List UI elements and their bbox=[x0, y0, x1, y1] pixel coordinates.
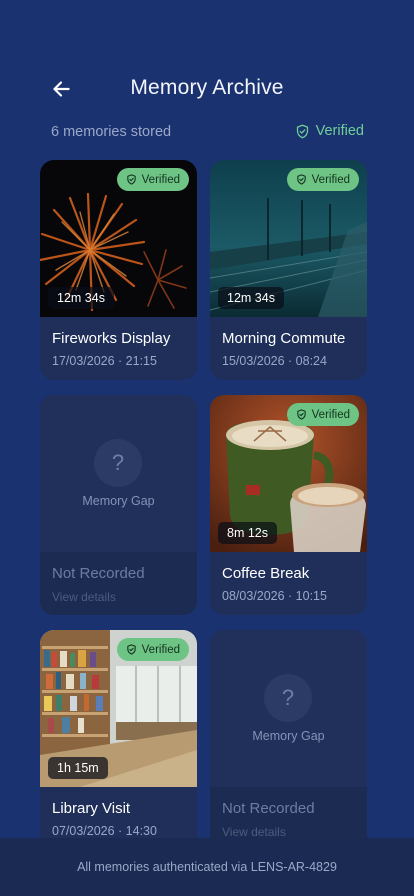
memory-gap-label: Memory Gap bbox=[82, 494, 155, 508]
page-title: Memory Archive bbox=[130, 76, 284, 99]
header: Memory Archive bbox=[0, 66, 414, 112]
shield-check-icon bbox=[126, 174, 136, 185]
memory-gap-card[interactable]: ? Memory Gap Not Recorded View details bbox=[40, 395, 197, 615]
memory-gap-label: Memory Gap bbox=[252, 729, 325, 743]
verified-badge: Verified bbox=[286, 168, 359, 191]
verified-badge: Verified bbox=[116, 168, 189, 191]
memory-name: Library Visit bbox=[52, 800, 131, 817]
verified-badge-label: Verified bbox=[141, 173, 180, 186]
shield-check-icon bbox=[296, 174, 306, 185]
verified-badge: Verified bbox=[116, 638, 189, 661]
memory-name: Morning Commute bbox=[222, 330, 346, 347]
shield-check-icon bbox=[296, 124, 308, 138]
memory-card-fireworks[interactable]: Verified 12m 34s Fireworks Display 17/03… bbox=[40, 160, 197, 380]
memory-gap-placeholder: ? Memory Gap bbox=[210, 630, 367, 787]
verified-badge: Verified bbox=[286, 403, 359, 426]
verified-status: Verified bbox=[295, 123, 364, 139]
not-recorded-label: Not Recorded bbox=[222, 800, 315, 817]
authentication-footer: All memories authenticated via LENS-AR-4… bbox=[0, 838, 414, 896]
shield-check-icon bbox=[296, 409, 306, 420]
memory-gap-card[interactable]: ? Memory Gap Not Recorded View details bbox=[210, 630, 367, 850]
view-details-link[interactable]: View details bbox=[52, 590, 116, 604]
memory-thumbnail: Verified 8m 12s bbox=[210, 395, 367, 552]
verified-badge-label: Verified bbox=[311, 408, 350, 421]
verified-badge-label: Verified bbox=[311, 173, 350, 186]
question-icon: ? bbox=[264, 674, 312, 722]
memory-count: 6 memories stored bbox=[51, 124, 172, 140]
duration-label: 1h 15m bbox=[48, 757, 108, 779]
memory-thumbnail: Verified 1h 15m bbox=[40, 630, 197, 787]
duration-label: 8m 12s bbox=[218, 522, 277, 544]
memory-gap-placeholder: ? Memory Gap bbox=[40, 395, 197, 552]
memory-card-coffee-break[interactable]: Verified 8m 12s Coffee Break 08/03/2026 … bbox=[210, 395, 367, 615]
memory-date: 17/03/2026 · 21:15 bbox=[52, 354, 157, 368]
memory-thumbnail: Verified 12m 34s bbox=[210, 160, 367, 317]
verified-badge-label: Verified bbox=[141, 643, 180, 656]
view-details-link[interactable]: View details bbox=[222, 825, 286, 839]
duration-label: 12m 34s bbox=[218, 287, 284, 309]
memory-thumbnail: Verified 12m 34s bbox=[40, 160, 197, 317]
memory-card-morning-commute[interactable]: Verified 12m 34s Morning Commute 15/03/2… bbox=[210, 160, 367, 380]
memory-card-library-visit[interactable]: Verified 1h 15m Library Visit 07/03/2026… bbox=[40, 630, 197, 850]
memory-name: Fireworks Display bbox=[52, 330, 171, 347]
footer-text: All memories authenticated via LENS-AR-4… bbox=[77, 860, 337, 874]
shield-check-icon bbox=[126, 644, 136, 655]
memory-date: 15/03/2026 · 08:24 bbox=[222, 354, 327, 368]
memory-date: 08/03/2026 · 10:15 bbox=[222, 589, 327, 603]
gap-card-footer bbox=[40, 552, 197, 615]
memory-name: Coffee Break bbox=[222, 565, 310, 582]
not-recorded-label: Not Recorded bbox=[52, 565, 145, 582]
verified-status-label: Verified bbox=[315, 123, 364, 139]
memory-date: 07/03/2026 · 14:30 bbox=[52, 824, 157, 838]
duration-label: 12m 34s bbox=[48, 287, 114, 309]
question-icon: ? bbox=[94, 439, 142, 487]
